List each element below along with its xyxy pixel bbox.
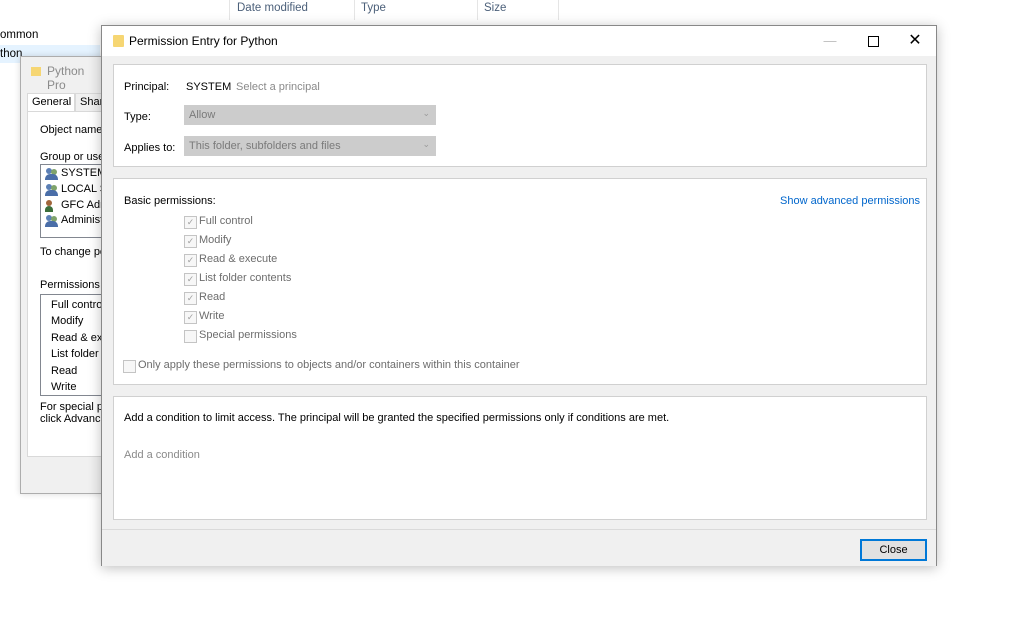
type-value: Allow [189, 109, 216, 121]
properties-title: Python Pro [47, 64, 85, 92]
title-bar[interactable]: Permission Entry for Python — ✕ [102, 26, 936, 56]
permission-label: Write [199, 310, 225, 322]
permission-row: Write [51, 381, 77, 393]
close-window-button[interactable]: ✕ [894, 26, 936, 56]
principal-label: Principal: [124, 81, 170, 93]
chevron-down-icon: ⌄ [422, 108, 430, 118]
permission-label: Full control [199, 215, 253, 227]
checkbox[interactable]: ✓ [184, 292, 197, 305]
chevron-down-icon: ⌄ [422, 139, 430, 149]
properties-dialog: Python Pro General Sharin Object name: G… [20, 56, 117, 494]
permission-row: List folder c [51, 348, 108, 360]
dialog-footer: Close [102, 529, 936, 566]
maximize-icon [867, 36, 879, 48]
column-type[interactable]: Type [361, 2, 386, 14]
checkbox[interactable]: ✓ [184, 273, 197, 286]
basic-permissions-label: Basic permissions: [124, 195, 216, 207]
users-icon [45, 215, 59, 227]
permission-label: List folder contents [199, 272, 292, 284]
applies-to-value: This folder, subfolders and files [189, 140, 341, 152]
user-list-item[interactable]: Administr [61, 214, 107, 226]
principal-group: Principal: SYSTEM Select a principal Typ… [113, 64, 927, 167]
checkbox[interactable]: ✓ [184, 216, 197, 229]
folder-icon [31, 67, 41, 76]
maximize-button[interactable] [852, 26, 894, 56]
applies-to-label: Applies to: [124, 142, 176, 154]
condition-group: Add a condition to limit access. The pri… [113, 396, 927, 520]
checkbox[interactable] [184, 330, 197, 343]
users-icon [45, 184, 59, 196]
checkbox[interactable] [123, 360, 136, 373]
user-icon [45, 200, 59, 212]
permission-row: Modify [51, 315, 84, 327]
tree-item-common[interactable]: ommon [0, 29, 38, 41]
only-apply-label: Only apply these permissions to objects … [138, 359, 520, 371]
select-principal-link[interactable]: Select a principal [236, 81, 320, 93]
advanced-hint-text: click Advance [40, 413, 107, 425]
permission-label: Modify [199, 234, 232, 246]
column-date-modified[interactable]: Date modified [237, 2, 308, 14]
permission-row: Full control [51, 299, 105, 311]
checkbox[interactable]: ✓ [184, 311, 197, 324]
column-size[interactable]: Size [484, 2, 506, 14]
change-permissions-text: To change pe [40, 246, 107, 258]
permission-label: Special permissions [199, 329, 297, 341]
user-list-item[interactable]: SYSTEM [61, 167, 106, 179]
checkbox[interactable]: ✓ [184, 254, 197, 267]
type-dropdown[interactable]: Allow ⌄ [184, 105, 436, 125]
tab-general[interactable]: General [27, 93, 75, 112]
close-button[interactable]: Close [860, 539, 927, 561]
permission-label: Read & execute [199, 253, 278, 265]
basic-permissions-group: Basic permissions: Show advanced permiss… [113, 178, 927, 385]
object-name-label: Object name: [40, 124, 106, 136]
checkbox[interactable]: ✓ [184, 235, 197, 248]
file-list-header: Date modified Type Size [229, 0, 559, 20]
permission-row: Read [51, 365, 78, 377]
users-icon [45, 168, 59, 180]
condition-description: Add a condition to limit access. The pri… [124, 412, 670, 424]
folder-icon [113, 35, 124, 47]
permission-entry-dialog: Permission Entry for Python — ✕ Principa… [101, 25, 937, 566]
minimize-button[interactable]: — [809, 26, 851, 56]
properties-security-panel: Object name: Group or user n SYSTEM LOCA… [27, 111, 117, 457]
dialog-title: Permission Entry for Python [129, 34, 278, 48]
permission-label: Read [199, 291, 226, 303]
show-advanced-permissions-link[interactable]: Show advanced permissions [780, 195, 920, 207]
type-label: Type: [124, 111, 151, 123]
add-condition-link[interactable]: Add a condition [124, 449, 200, 461]
principal-value: SYSTEM [186, 81, 232, 93]
applies-to-dropdown[interactable]: This folder, subfolders and files ⌄ [184, 136, 436, 156]
